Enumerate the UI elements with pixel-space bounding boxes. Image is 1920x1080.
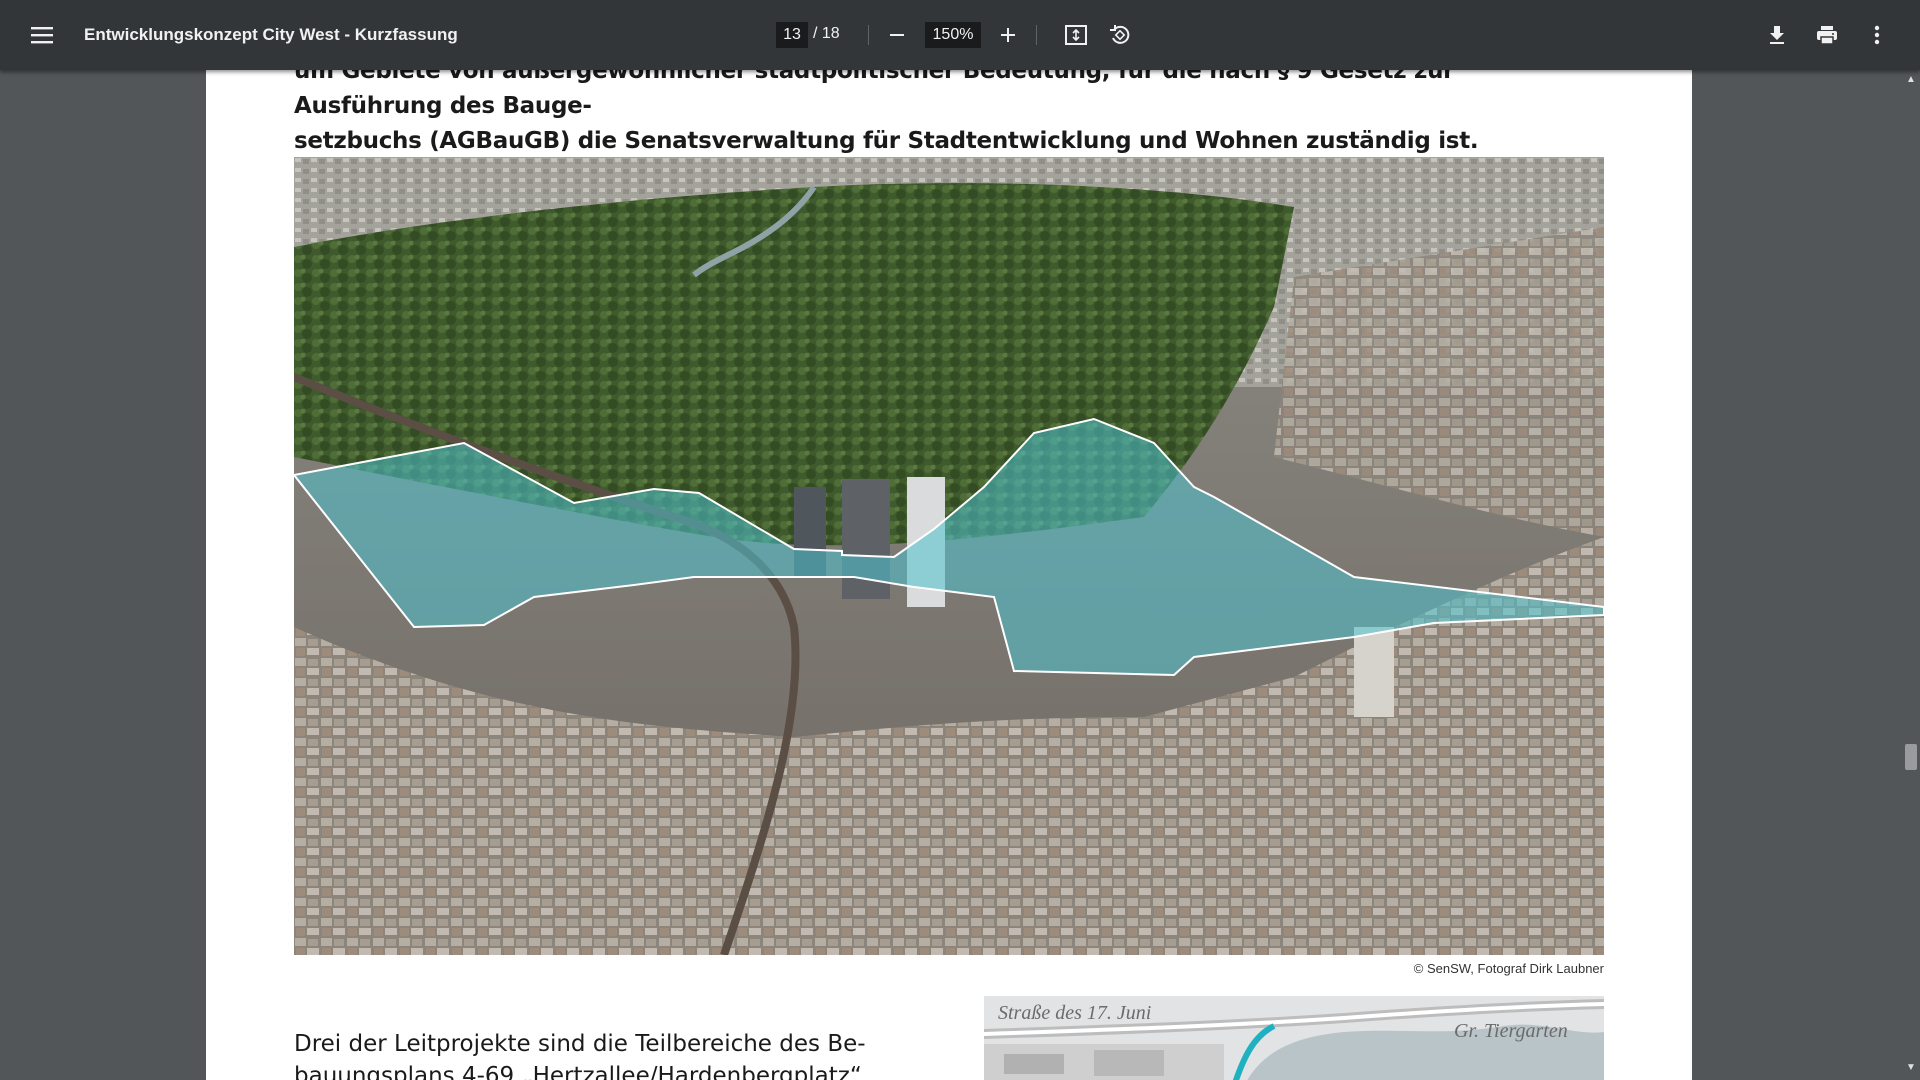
map-label-street: Straße des 17. Juni bbox=[998, 1002, 1152, 1024]
toolbar-divider bbox=[868, 25, 869, 45]
download-icon bbox=[1770, 26, 1784, 44]
map-label-park: Gr. Tiergarten bbox=[1454, 1020, 1568, 1042]
site-map: Straße des 17. Juni Gr. Tiergarten bbox=[984, 996, 1604, 1080]
vertical-scrollbar[interactable] bbox=[1902, 70, 1920, 1080]
page-separator: / bbox=[813, 25, 818, 42]
zoom-in-button[interactable] bbox=[991, 16, 1025, 54]
print-icon bbox=[1817, 26, 1837, 45]
aerial-photo bbox=[294, 157, 1604, 955]
scroll-down-arrow-icon[interactable]: ▼ bbox=[1905, 1062, 1917, 1074]
zoom-input[interactable]: 150% bbox=[925, 22, 981, 48]
current-page-input[interactable]: 13 bbox=[776, 22, 808, 48]
rotate-button[interactable] bbox=[1101, 16, 1139, 54]
rotate-counterclockwise-icon bbox=[1110, 25, 1130, 44]
scroll-thumb[interactable] bbox=[1905, 744, 1917, 770]
print-button[interactable] bbox=[1808, 16, 1846, 54]
body-line: Drei der Leitprojekte sind die Teilberei… bbox=[294, 1031, 866, 1057]
scroll-up-arrow-icon[interactable]: ▲ bbox=[1905, 74, 1917, 86]
body-paragraph: Drei der Leitprojekte sind die Teilberei… bbox=[294, 1028, 899, 1080]
download-button[interactable] bbox=[1758, 16, 1796, 54]
fit-to-page-button[interactable] bbox=[1057, 16, 1095, 54]
plus-icon bbox=[1001, 28, 1015, 42]
toolbar-divider bbox=[1036, 25, 1037, 45]
hamburger-menu-icon bbox=[31, 27, 53, 44]
document-title: Entwicklungskonzept City West - Kurzfass… bbox=[84, 25, 458, 44]
page-count: / 18 bbox=[813, 25, 840, 43]
fit-to-page-icon bbox=[1065, 25, 1087, 45]
intro-line: setzbuchs (AGBauGB) die Senatsverwaltung… bbox=[294, 128, 1479, 154]
intro-line: um Gebiete von außergewöhnlicher stadtpo… bbox=[294, 70, 1455, 119]
pdf-toolbar: Entwicklungskonzept City West - Kurzfass… bbox=[0, 0, 1920, 70]
minus-icon bbox=[890, 34, 904, 36]
more-vert-icon bbox=[1874, 25, 1880, 45]
intro-paragraph: um Gebiete von außergewöhnlicher stadtpo… bbox=[294, 70, 1606, 159]
body-line: bauungsplans 4-69 „Hertzallee/Hardenberg… bbox=[294, 1063, 862, 1080]
zoom-out-button[interactable] bbox=[880, 16, 914, 54]
total-pages: 18 bbox=[821, 25, 840, 42]
photo-credit: © SenSW, Fotograf Dirk Laubner bbox=[1413, 961, 1604, 976]
more-actions-button[interactable] bbox=[1858, 16, 1896, 54]
menu-button[interactable] bbox=[22, 15, 62, 55]
pdf-page: um Gebiete von außergewöhnlicher stadtpo… bbox=[206, 70, 1692, 1080]
